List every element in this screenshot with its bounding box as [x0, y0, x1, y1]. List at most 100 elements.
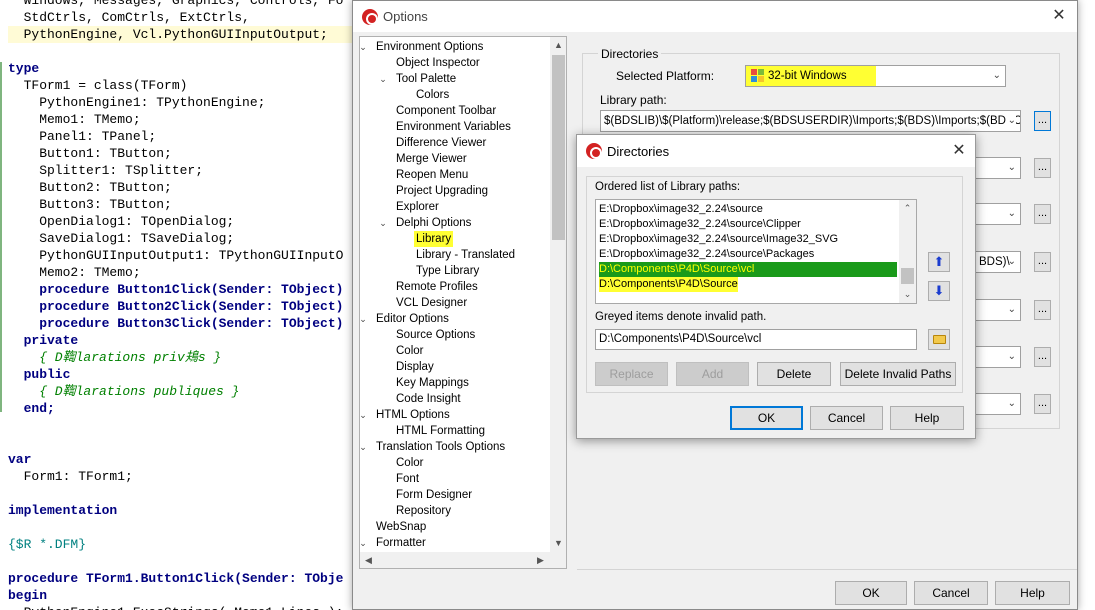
list-label: Ordered list of Library paths: [595, 181, 741, 193]
tree-item[interactable]: ⌄ Environment Options [360, 39, 550, 55]
dcp-path-combo[interactable]: BDS)\ ⌄ [975, 251, 1021, 273]
directories-ok-button[interactable]: OK [730, 406, 803, 430]
bpl-path-combo[interactable]: ⌄ [975, 203, 1021, 225]
options-cancel-button[interactable]: Cancel [914, 581, 988, 605]
chevron-down-icon[interactable]: ⌄ [360, 407, 368, 423]
tree-item[interactable]: Remote Profiles [360, 279, 550, 295]
tree-item-label: Library - Translated [416, 249, 516, 261]
directories-help-button[interactable]: Help [890, 406, 964, 430]
library-path-list[interactable]: E:\Dropbox\image32_2.24\source E:\Dropbox… [595, 199, 917, 304]
path-input[interactable]: D:\Components\P4D\Source\vcl [595, 329, 917, 350]
scroll-thumb[interactable] [552, 55, 565, 240]
browse-library-path-button[interactable]: ... [1034, 111, 1051, 131]
browse-button-4[interactable]: ... [1034, 252, 1051, 272]
chevron-down-icon[interactable]: ⌄ [360, 39, 368, 55]
tree-item[interactable]: ⌄ Translation Tools Options [360, 439, 550, 455]
tree-item[interactable]: Color [360, 343, 550, 359]
tree-item[interactable]: Object Inspector [360, 55, 550, 71]
list-item[interactable]: E:\Dropbox\image32_2.24\source\Packages [599, 247, 814, 262]
options-ok-button[interactable]: OK [835, 581, 907, 605]
tree-item[interactable]: Project Upgrading [360, 183, 550, 199]
browsing-path-combo[interactable]: ⌄ [975, 157, 1021, 179]
tree-item[interactable]: Environment Variables [360, 119, 550, 135]
tree-item[interactable]: Library - Translated [360, 247, 550, 263]
tree-item[interactable]: WebSnap [360, 519, 550, 535]
replace-button[interactable]: Replace [595, 362, 668, 386]
library-path-combo[interactable]: $(BDSLIB)\$(Platform)\release;$(BDSUSERD… [600, 110, 1021, 132]
chevron-down-icon[interactable]: ⌄ [360, 535, 368, 551]
tree-item[interactable]: Repository [360, 503, 550, 519]
chevron-down-icon[interactable]: ⌄ [378, 71, 388, 87]
scroll-down-icon[interactable]: ⌄ [899, 286, 916, 303]
delphi-app-icon [586, 143, 602, 159]
close-icon[interactable]: ✕ [949, 141, 969, 161]
scroll-thumb[interactable] [901, 268, 914, 284]
list-scrollbar[interactable]: ⌃ ⌄ [899, 200, 916, 303]
chevron-down-icon[interactable]: ⌄ [378, 215, 388, 231]
scroll-up-icon[interactable]: ⌃ [899, 200, 916, 217]
scroll-up-icon[interactable]: ▲ [550, 37, 566, 54]
list-item[interactable]: D:\Components\P4D\Source [599, 277, 738, 292]
partial-combo-text: BDS)\ [979, 256, 1010, 268]
options-help-button[interactable]: Help [995, 581, 1070, 605]
options-tree[interactable]: ⌄ Environment Options Object Inspector ⌄ Too… [359, 36, 567, 569]
arrow-down-icon: ⬇ [933, 283, 945, 298]
tree-item[interactable]: Difference Viewer [360, 135, 550, 151]
chevron-down-icon[interactable]: ⌄ [360, 439, 368, 455]
tree-item[interactable]: Display [360, 359, 550, 375]
tree-item[interactable]: Key Mappings [360, 375, 550, 391]
code-editor[interactable]: Windows, Messages, Graphics, Controls, F… [0, 0, 360, 610]
debug-dcu-combo[interactable]: ⌄ [975, 393, 1021, 415]
browse-button-2[interactable]: ... [1034, 158, 1051, 178]
tree-item[interactable]: ⌄ Delphi Options [360, 215, 550, 231]
browse-button-3[interactable]: ... [1034, 204, 1051, 224]
directories-cancel-button[interactable]: Cancel [810, 406, 883, 430]
chevron-down-icon[interactable]: ⌄ [360, 311, 368, 327]
browse-button-5[interactable]: ... [1034, 300, 1051, 320]
scroll-left-icon[interactable]: ◀ [360, 552, 377, 568]
tree-scrollbar[interactable]: ▲ ▼ [550, 37, 566, 552]
tree-item[interactable]: VCL Designer [360, 295, 550, 311]
list-item[interactable]: E:\Dropbox\image32_2.24\source\Image32_S… [599, 232, 838, 247]
code-line: {$R *.DFM} [8, 537, 87, 552]
tree-item-label: Tool Palette [396, 73, 457, 85]
scroll-right-icon[interactable]: ▶ [532, 552, 549, 568]
delete-button[interactable]: Delete [757, 362, 831, 386]
browse-folder-button[interactable] [928, 329, 950, 350]
move-down-button[interactable]: ⬇ [928, 281, 950, 301]
tree-item[interactable]: Explorer [360, 199, 550, 215]
tree-item[interactable]: Library [360, 231, 550, 247]
tree-item[interactable]: Component Toolbar [360, 103, 550, 119]
tree-item[interactable]: Colors [360, 87, 550, 103]
tree-item[interactable]: Reopen Menu [360, 167, 550, 183]
tree-item[interactable]: ⌄ HTML Options [360, 407, 550, 423]
tree-item[interactable]: ⌄ Formatter [360, 535, 550, 551]
move-up-button[interactable]: ⬆ [928, 252, 950, 272]
platform-combo[interactable]: 32-bit Windows ⌄ [745, 65, 1006, 87]
tree-hscrollbar[interactable]: ◀ ▶ [360, 552, 566, 568]
hpp-path-combo[interactable]: ⌄ [975, 299, 1021, 321]
greyed-note: Greyed items denote invalid path. [595, 311, 767, 323]
tree-item[interactable]: Font [360, 471, 550, 487]
tree-item[interactable]: Source Options [360, 327, 550, 343]
tree-item[interactable]: ⌄ Tool Palette [360, 71, 550, 87]
close-icon[interactable]: ✕ [1049, 6, 1069, 26]
tree-item[interactable]: HTML Formatting [360, 423, 550, 439]
tree-item[interactable]: Code Insight [360, 391, 550, 407]
chevron-down-icon: ⌄ [1007, 162, 1016, 173]
tree-item-label: VCL Designer [396, 297, 468, 309]
browse-button-6[interactable]: ... [1034, 347, 1051, 367]
namespace-combo[interactable]: ⌄ [975, 346, 1021, 368]
scroll-down-icon[interactable]: ▼ [550, 535, 566, 552]
list-item[interactable]: E:\Dropbox\image32_2.24\source [599, 202, 763, 217]
list-item[interactable]: E:\Dropbox\image32_2.24\source\Clipper [599, 217, 801, 232]
tree-item[interactable]: ⌄ Editor Options [360, 311, 550, 327]
tree-item[interactable]: Type Library [360, 263, 550, 279]
tree-item[interactable]: Color [360, 455, 550, 471]
tree-item[interactable]: Merge Viewer [360, 151, 550, 167]
delete-invalid-paths-button[interactable]: Delete Invalid Paths [840, 362, 956, 386]
browse-button-7[interactable]: ... [1034, 394, 1051, 414]
add-button[interactable]: Add [676, 362, 749, 386]
list-item[interactable]: D:\Components\P4D\Source\vcl [599, 262, 897, 277]
tree-item[interactable]: Form Designer [360, 487, 550, 503]
